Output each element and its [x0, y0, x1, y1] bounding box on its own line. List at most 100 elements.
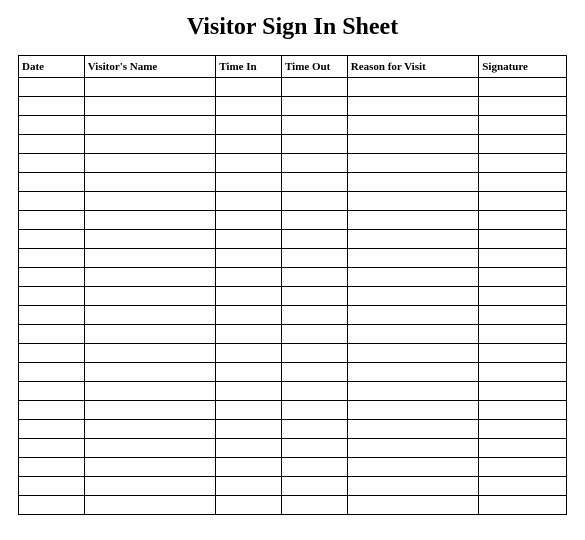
table-cell [19, 97, 85, 116]
table-cell [282, 439, 348, 458]
table-cell [84, 458, 216, 477]
table-row [19, 496, 567, 515]
table-cell [347, 287, 479, 306]
table-cell [19, 306, 85, 325]
table-cell [19, 420, 85, 439]
table-row [19, 420, 567, 439]
table-cell [84, 97, 216, 116]
table-cell [479, 78, 567, 97]
table-row [19, 401, 567, 420]
table-cell [347, 401, 479, 420]
table-cell [216, 211, 282, 230]
table-cell [216, 249, 282, 268]
table-cell [282, 363, 348, 382]
col-signature: Signature [479, 56, 567, 78]
table-cell [19, 268, 85, 287]
table-cell [84, 344, 216, 363]
table-cell [479, 154, 567, 173]
signin-table: Date Visitor's Name Time In Time Out Rea… [18, 55, 567, 515]
table-cell [216, 496, 282, 515]
table-cell [282, 496, 348, 515]
table-cell [84, 496, 216, 515]
table-cell [282, 420, 348, 439]
table-cell [479, 97, 567, 116]
table-cell [216, 135, 282, 154]
table-cell [216, 401, 282, 420]
table-cell [347, 230, 479, 249]
table-row [19, 268, 567, 287]
table-cell [347, 496, 479, 515]
table-cell [84, 249, 216, 268]
table-cell [479, 477, 567, 496]
table-cell [19, 154, 85, 173]
table-cell [216, 363, 282, 382]
table-cell [479, 458, 567, 477]
table-cell [216, 173, 282, 192]
table-cell [347, 477, 479, 496]
table-cell [282, 173, 348, 192]
table-cell [84, 116, 216, 135]
table-cell [282, 154, 348, 173]
table-row [19, 97, 567, 116]
table-cell [347, 173, 479, 192]
table-cell [84, 439, 216, 458]
table-cell [216, 344, 282, 363]
table-cell [19, 401, 85, 420]
table-cell [19, 287, 85, 306]
table-cell [216, 382, 282, 401]
table-cell [216, 477, 282, 496]
table-cell [19, 192, 85, 211]
table-cell [479, 268, 567, 287]
table-cell [84, 287, 216, 306]
table-cell [216, 78, 282, 97]
table-cell [479, 382, 567, 401]
col-date: Date [19, 56, 85, 78]
table-cell [19, 496, 85, 515]
table-cell [347, 382, 479, 401]
table-row [19, 154, 567, 173]
table-row [19, 325, 567, 344]
table-cell [282, 306, 348, 325]
table-cell [479, 439, 567, 458]
table-row [19, 78, 567, 97]
table-cell [479, 116, 567, 135]
col-reason: Reason for Visit [347, 56, 479, 78]
table-cell [19, 344, 85, 363]
table-row [19, 382, 567, 401]
table-cell [347, 306, 479, 325]
table-cell [19, 116, 85, 135]
table-cell [479, 401, 567, 420]
table-cell [19, 325, 85, 344]
table-cell [84, 192, 216, 211]
table-cell [347, 268, 479, 287]
table-cell [216, 325, 282, 344]
table-cell [479, 420, 567, 439]
table-cell [282, 458, 348, 477]
table-cell [479, 230, 567, 249]
table-cell [19, 211, 85, 230]
table-header-row: Date Visitor's Name Time In Time Out Rea… [19, 56, 567, 78]
table-row [19, 344, 567, 363]
table-cell [216, 192, 282, 211]
table-cell [282, 135, 348, 154]
table-row [19, 439, 567, 458]
page-title: Visitor Sign In Sheet [18, 14, 567, 41]
col-time-out: Time Out [282, 56, 348, 78]
table-cell [282, 192, 348, 211]
table-cell [84, 306, 216, 325]
table-cell [347, 116, 479, 135]
table-cell [347, 78, 479, 97]
table-cell [282, 116, 348, 135]
table-cell [19, 382, 85, 401]
table-row [19, 211, 567, 230]
table-cell [282, 287, 348, 306]
col-time-in: Time In [216, 56, 282, 78]
table-cell [347, 154, 479, 173]
table-cell [19, 249, 85, 268]
table-cell [84, 230, 216, 249]
table-cell [479, 249, 567, 268]
table-cell [347, 97, 479, 116]
table-cell [216, 420, 282, 439]
table-cell [479, 192, 567, 211]
table-row [19, 116, 567, 135]
